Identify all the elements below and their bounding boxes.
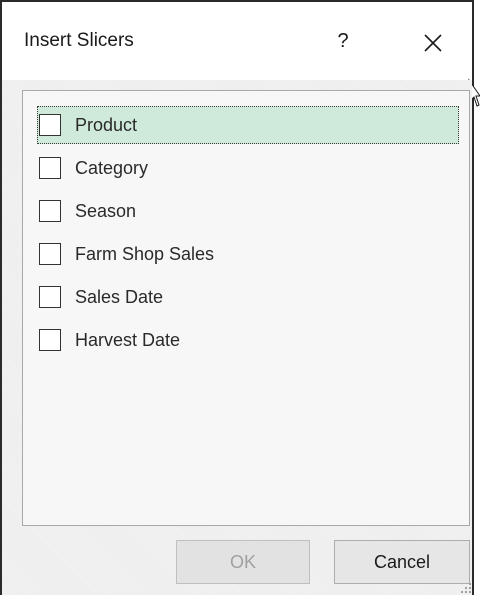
list-item-farm-shop-sales[interactable]: Farm Shop Sales	[37, 235, 459, 273]
list-item-label: Category	[75, 158, 149, 178]
list-item-product[interactable]: Product	[37, 106, 459, 144]
list-item-season[interactable]: Season	[37, 192, 459, 230]
checkbox[interactable]	[39, 329, 61, 351]
checkbox[interactable]	[39, 157, 61, 179]
cancel-button[interactable]: Cancel	[334, 540, 470, 584]
insert-slicers-dialog: Insert Slicers ? Product Category Season	[0, 0, 480, 595]
help-button[interactable]: ?	[328, 24, 358, 58]
ok-button[interactable]: OK	[176, 540, 310, 584]
resize-grip-icon[interactable]	[460, 582, 472, 594]
list-item-label: Sales Date	[75, 287, 164, 307]
list-item-sales-date[interactable]: Sales Date	[37, 278, 459, 316]
checkbox[interactable]	[39, 114, 61, 136]
list-item-label: Season	[75, 201, 137, 221]
field-list: Product Category Season Farm Shop Sales …	[22, 90, 470, 526]
close-icon	[424, 34, 442, 52]
list-item-label: Product	[75, 115, 138, 135]
list-item-harvest-date[interactable]: Harvest Date	[37, 321, 459, 359]
close-button[interactable]	[416, 26, 450, 60]
list-item-label: Harvest Date	[75, 330, 181, 350]
list-item-category[interactable]: Category	[37, 149, 459, 187]
list-item-label: Farm Shop Sales	[75, 244, 215, 264]
checkbox[interactable]	[39, 286, 61, 308]
dialog-title: Insert Slicers	[24, 30, 134, 51]
checkbox[interactable]	[39, 200, 61, 222]
title-bar: Insert Slicers ?	[2, 2, 472, 80]
checkbox[interactable]	[39, 243, 61, 265]
dialog-body: Product Category Season Farm Shop Sales …	[2, 80, 472, 595]
